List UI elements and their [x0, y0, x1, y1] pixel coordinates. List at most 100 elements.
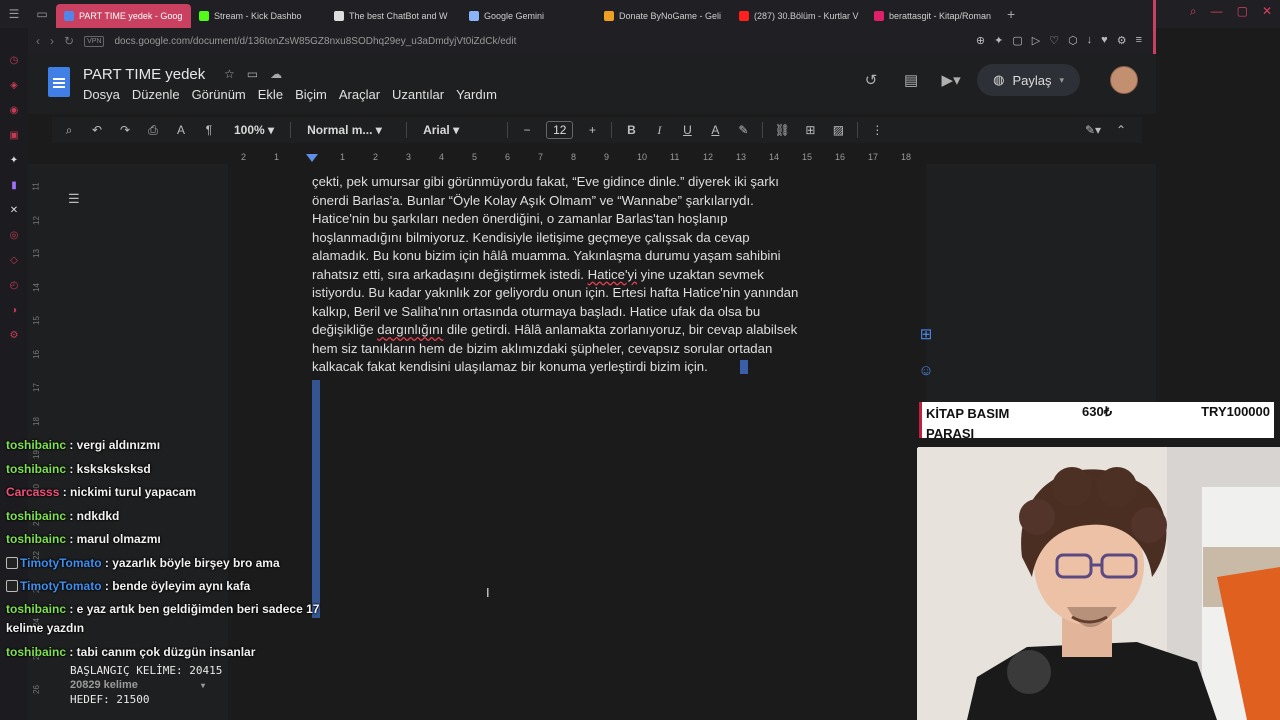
browser-tab[interactable]: The best ChatBot and W [326, 4, 461, 28]
paint-format-icon[interactable]: ¶ [200, 123, 218, 137]
misspelled-word[interactable]: Hatice'yi [588, 267, 637, 282]
increase-font-icon[interactable]: + [583, 123, 601, 137]
sidebar-shop-icon[interactable]: ◈ [7, 79, 21, 93]
redo-icon[interactable]: ↷ [116, 123, 134, 137]
more-options-icon[interactable]: ⋮ [868, 123, 886, 137]
sidebar-twitch-icon[interactable]: ▮ [7, 179, 21, 193]
chat-username[interactable]: TimotyTomato [20, 556, 102, 570]
move-folder-icon[interactable]: ▭ [247, 67, 258, 81]
favorites-icon[interactable]: ♥ [1101, 34, 1108, 47]
menu-icon[interactable]: ≡ [1136, 34, 1142, 47]
font-select[interactable]: Arial ▾ [417, 123, 497, 137]
link-icon[interactable]: ⛓ [773, 123, 791, 137]
text-color-icon[interactable]: A [706, 123, 724, 137]
chat-username[interactable]: toshibainc [6, 532, 66, 546]
play-icon[interactable]: ▷ [1032, 34, 1040, 47]
chat-username[interactable]: toshibainc [6, 602, 66, 616]
menu-item[interactable]: Görünüm [192, 87, 246, 102]
chat-username[interactable]: TimotyTomato [20, 579, 102, 593]
search-tabs-icon[interactable]: ⌕ [1190, 4, 1197, 19]
italic-icon[interactable]: I [650, 123, 668, 138]
browser-tab[interactable]: (287) 30.Bölüm - Kurtlar V [731, 4, 866, 28]
document-body[interactable]: çekti, pek umursar gibi görünmüyordu fak… [312, 173, 842, 377]
forward-icon[interactable]: › [50, 34, 54, 48]
chat-username[interactable]: toshibainc [6, 438, 66, 452]
chat-username[interactable]: toshibainc [6, 645, 66, 659]
sidebar-clock-icon[interactable]: ◴ [7, 279, 21, 293]
undo-icon[interactable]: ↶ [88, 123, 106, 137]
add-emoji-reaction-icon[interactable]: ☺ [916, 362, 936, 382]
browser-tab[interactable]: Stream - Kick Dashbo [191, 4, 326, 28]
reload-icon[interactable]: ↻ [64, 34, 74, 48]
search-menus-icon[interactable]: ⌕ [60, 123, 78, 138]
menu-item[interactable]: Biçim [295, 87, 327, 102]
highlight-icon[interactable]: ✎ [734, 123, 752, 137]
url-field[interactable]: docs.google.com/document/d/136tonZsW85GZ… [114, 36, 516, 47]
chat-username[interactable]: toshibainc [6, 462, 66, 476]
docs-logo-icon[interactable] [48, 67, 70, 97]
sidebar-ai-icon[interactable]: ✦ [7, 154, 21, 168]
menu-item[interactable]: Dosya [83, 87, 120, 102]
decrease-font-icon[interactable]: − [518, 123, 536, 137]
menu-item[interactable]: Araçlar [339, 87, 380, 102]
menu-item[interactable]: Düzenle [132, 87, 180, 102]
comments-icon[interactable]: ▤ [891, 71, 931, 89]
new-tab-icon[interactable]: + [1001, 6, 1021, 22]
bold-icon[interactable]: B [622, 123, 640, 137]
download-icon[interactable]: ↓ [1087, 34, 1093, 47]
editing-mode-icon[interactable]: ✎▾ [1084, 123, 1102, 137]
insert-image-icon[interactable]: ▨ [829, 123, 847, 137]
add-comment-icon[interactable]: ⊞ [801, 123, 819, 137]
indent-marker[interactable] [306, 154, 318, 162]
print-icon[interactable]: ⎙ [144, 123, 162, 138]
back-icon[interactable]: ‹ [36, 34, 40, 48]
menu-item[interactable]: Uzantılar [392, 87, 444, 102]
version-history-icon[interactable]: ↺ [851, 71, 891, 89]
browser-tab[interactable]: Google Gemini [461, 4, 596, 28]
sidebar-settings-icon[interactable]: ⚙ [7, 329, 21, 343]
sidebar-history-icon[interactable]: ◷ [7, 54, 21, 68]
close-window-icon[interactable]: ✕ [1262, 4, 1272, 19]
settings-icon[interactable]: ⚙ [1117, 34, 1127, 47]
bookmark-icon[interactable]: ♡ [1049, 34, 1059, 47]
tab-menu-icon[interactable]: ☰ [0, 0, 28, 28]
star-icon[interactable]: ☆ [224, 67, 235, 81]
underline-icon[interactable]: U [678, 123, 696, 137]
extensions-icon[interactable]: ⬡ [1068, 34, 1078, 47]
avatar[interactable] [1110, 66, 1138, 94]
browser-tab[interactable]: Donate ByNoGame - Geli [596, 4, 731, 28]
zoom-icon[interactable]: ⊕ [976, 34, 985, 47]
outline-icon[interactable]: ☰ [68, 191, 80, 207]
collapse-menus-icon[interactable]: ⌃ [1112, 123, 1130, 137]
spellcheck-icon[interactable]: A [172, 123, 190, 137]
sidebar-extensions-icon[interactable]: ◑ [7, 304, 21, 318]
document-title[interactable]: PART TIME yedek [83, 66, 205, 83]
menu-item[interactable]: Yardım [456, 87, 497, 102]
vpn-badge[interactable]: VPN [84, 35, 105, 47]
minimize-icon[interactable]: — [1211, 4, 1223, 19]
zoom-select[interactable]: 100% ▾ [228, 123, 280, 137]
chat-username[interactable]: Carcasss [6, 485, 59, 499]
snapshot-icon[interactable]: ▢ [1012, 34, 1022, 47]
document-page[interactable]: çekti, pek umursar gibi görünmüyordu fak… [228, 164, 926, 720]
sidebar-player2-icon[interactable]: ◎ [7, 229, 21, 243]
browser-tab[interactable]: PART TIME yedek - Goog [56, 4, 191, 28]
share-button[interactable]: ◍ Paylaş ▾ [977, 64, 1080, 96]
meet-icon[interactable]: ▶▾ [931, 71, 971, 89]
pin-icon[interactable]: ✦ [994, 34, 1003, 47]
style-select[interactable]: Normal m... ▾ [301, 123, 396, 137]
cloud-status-icon[interactable]: ☁ [270, 67, 282, 81]
menu-item[interactable]: Ekle [258, 87, 283, 102]
sidebar-gaming-icon[interactable]: ◉ [7, 104, 21, 118]
misspelled-word[interactable]: dargınlığını [377, 322, 443, 337]
sidebar-player-icon[interactable]: ▣ [7, 129, 21, 143]
font-size-input[interactable]: 12 [546, 121, 574, 139]
chat-username[interactable]: toshibainc [6, 509, 66, 523]
sidebar-x-icon[interactable]: ✕ [7, 204, 21, 218]
browser-tab[interactable]: berattasgit - Kitap/Roman [866, 4, 1001, 28]
add-comment-float-icon[interactable]: ⊞ [916, 325, 936, 345]
sidebar-pin-icon[interactable]: ◇ [7, 254, 21, 268]
maximize-icon[interactable]: ▢ [1237, 4, 1248, 19]
tab-list-icon[interactable]: ▭ [28, 0, 56, 28]
word-count-badge[interactable]: 20829 kelime ▾ [70, 678, 222, 693]
